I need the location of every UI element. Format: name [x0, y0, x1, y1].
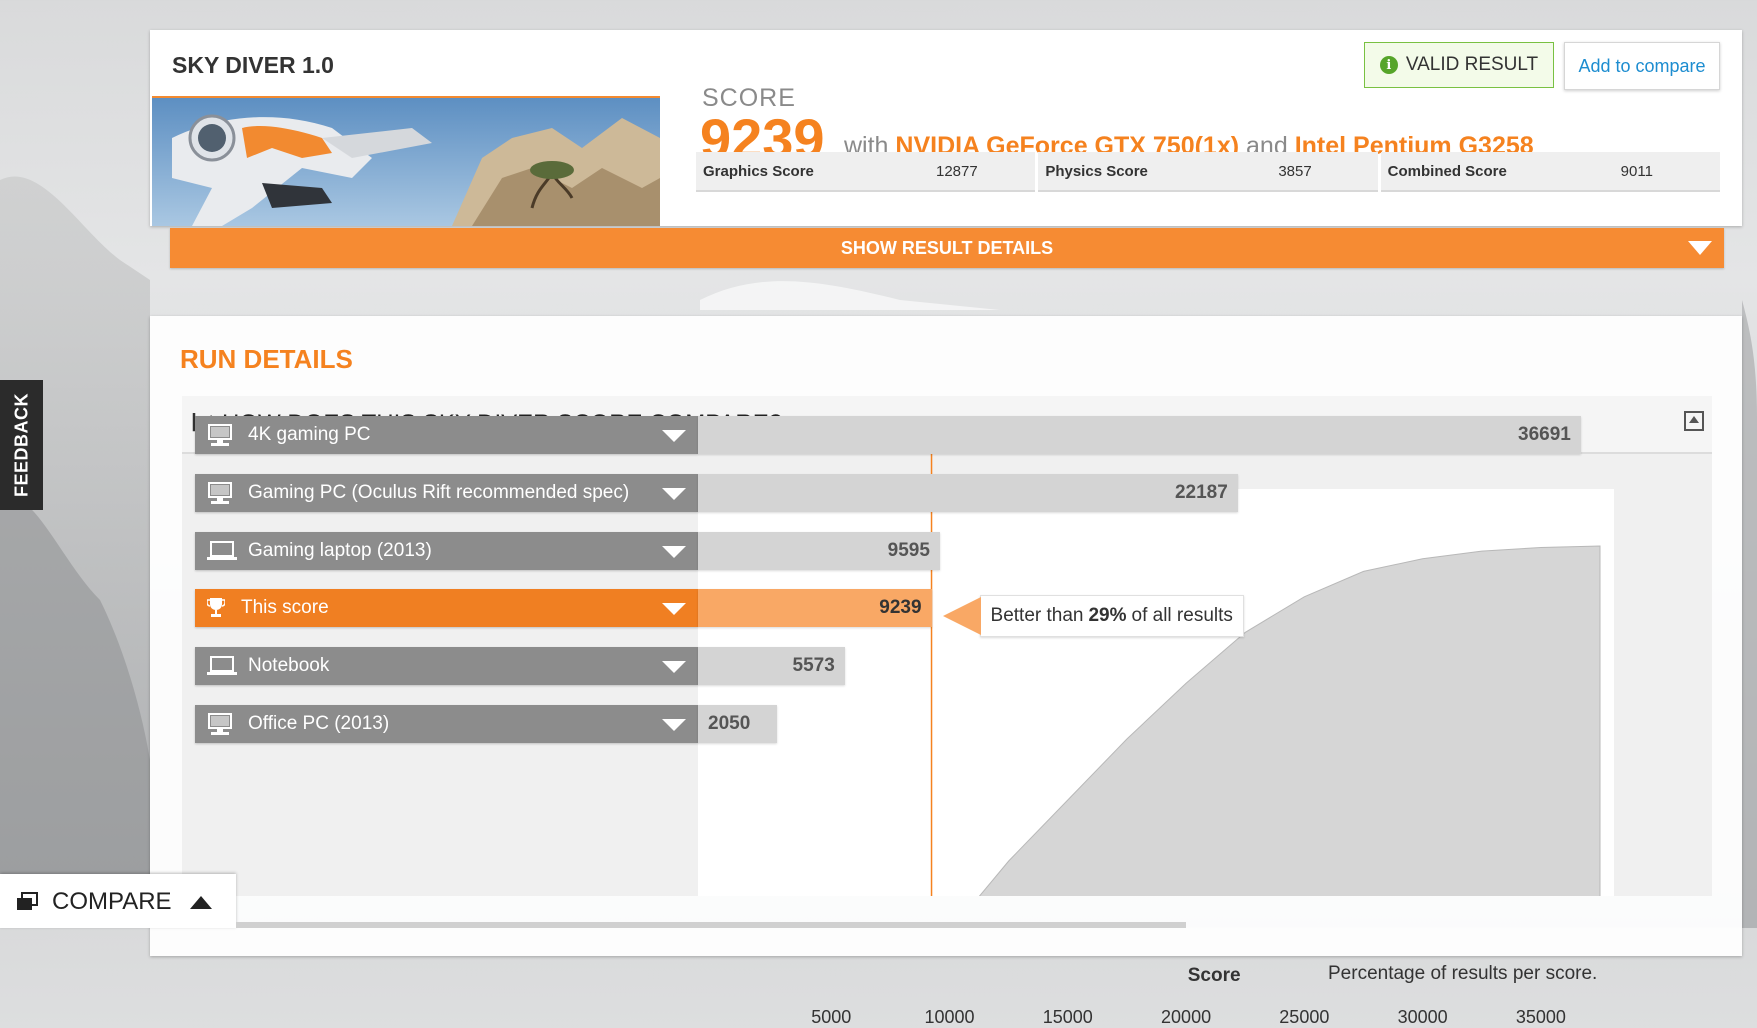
x-tick-label: 25000 — [1279, 1007, 1330, 1027]
trophy-icon — [207, 598, 225, 618]
chevron-down-icon — [662, 661, 686, 674]
result-card: SKY DIVER 1.0 SCORE 9239 with NVIDIA GeF… — [150, 30, 1742, 226]
chevron-down-icon — [662, 430, 686, 442]
chevron-down-icon — [662, 545, 686, 558]
comparison-bar — [698, 416, 1581, 454]
laptop-icon — [207, 656, 237, 676]
better-than-callout: Better than 29% of all results — [942, 595, 1244, 638]
desktop-icon — [208, 424, 232, 446]
comparison-row-5[interactable]: Office PC (2013) — [195, 705, 698, 743]
percentage-note: Percentage of results per score. — [1328, 963, 1598, 984]
desktop-icon — [208, 713, 232, 735]
comparison-row-3[interactable]: This score — [195, 589, 698, 628]
compare-drawer-toggle[interactable]: COMPARE — [0, 874, 236, 928]
physics-score: Physics Score 3857 — [1038, 152, 1378, 192]
comparison-row-4[interactable]: Notebook — [195, 647, 698, 686]
callout-suffix: of all results — [1131, 605, 1233, 627]
comparison-row-label: 4K gaming PC — [248, 424, 371, 445]
chevron-down-icon — [662, 719, 686, 731]
subscore-value: 3857 — [1278, 162, 1312, 180]
compare-label: COMPARE — [52, 888, 172, 915]
comparison-bar-value: 9595 — [887, 539, 930, 561]
subscore-name: Graphics Score — [703, 162, 814, 180]
comparison-row-label: Gaming PC (Oculus Rift recommended spec) — [248, 481, 630, 503]
run-details-title: RUN DETAILS — [180, 344, 353, 374]
x-tick-label: 15000 — [1042, 1007, 1093, 1027]
run-details-card: RUN DETAILS HOW DOES THIS SKY DIVER SCOR… — [150, 316, 1742, 1027]
benchmark-panel: SKY DIVER 1.0 — [152, 32, 660, 226]
chevron-down-icon — [662, 487, 686, 500]
comparison-row-1[interactable]: Gaming PC (Oculus Rift recommended spec) — [195, 473, 698, 512]
subscore-name: Combined Score — [1387, 162, 1507, 180]
x-tick-label: 35000 — [1515, 1007, 1566, 1027]
valid-result-label: VALID RESULT — [1405, 54, 1539, 75]
comparison-bar-value: 5573 — [792, 655, 835, 677]
show-result-details-label: SHOW RESULT DETAILS — [840, 237, 1054, 258]
subscores: Graphics Score 12877 Physics Score 3857 … — [696, 152, 1720, 192]
benchmark-image — [152, 98, 660, 226]
benchmark-title: SKY DIVER 1.0 — [172, 52, 334, 78]
valid-result-badge: i VALID RESULT — [1364, 42, 1554, 88]
x-tick-label: 5000 — [811, 1007, 852, 1027]
feedback-tab[interactable]: FEEDBACK — [0, 380, 43, 510]
comparison-bar-value: 22187 — [1174, 481, 1228, 503]
callout-prefix: Better than — [990, 605, 1084, 627]
chevron-down-icon — [662, 603, 686, 616]
graphics-score: Graphics Score 12877 — [696, 152, 1036, 192]
comparison-row-label: Gaming laptop (2013) — [248, 539, 432, 561]
bottom-divider — [236, 922, 1186, 928]
desktop-icon — [208, 481, 232, 504]
score-compare-panel: HOW DOES THIS SKY DIVER SCORE COMPARE? 4… — [182, 396, 1712, 1027]
stack-icon — [17, 892, 38, 910]
chevron-up-icon — [190, 896, 212, 909]
comparison-row-label: Office PC (2013) — [248, 713, 390, 734]
show-result-details-button[interactable]: SHOW RESULT DETAILS — [170, 228, 1724, 268]
callout-arrow — [942, 597, 981, 636]
callout-percent: 29% — [1088, 605, 1127, 627]
laptop-icon — [207, 540, 237, 560]
score-distribution-chart — [698, 444, 1614, 896]
comparison-row-2[interactable]: Gaming laptop (2013) — [195, 531, 698, 570]
subscore-value: 9011 — [1620, 162, 1653, 180]
comparison-bar-value: 36691 — [1518, 424, 1571, 445]
comparison-row-label: This score — [241, 597, 329, 619]
subscore-value: 12877 — [936, 162, 978, 180]
x-axis-title: Score — [1187, 965, 1241, 986]
feedback-label: FEEDBACK — [11, 392, 31, 498]
comparison-row-0[interactable]: 4K gaming PC — [195, 416, 698, 454]
comparison-bar-value: 2050 — [708, 713, 751, 734]
chevron-down-icon — [1688, 241, 1712, 255]
info-icon: i — [1379, 56, 1398, 74]
subscore-name: Physics Score — [1045, 162, 1148, 180]
x-tick-label: 10000 — [924, 1007, 975, 1027]
combined-score: Combined Score 9011 — [1380, 152, 1720, 192]
x-tick-label: 30000 — [1397, 1007, 1448, 1027]
comparison-bar — [698, 473, 1238, 512]
add-to-compare-button[interactable]: Add to compare — [1564, 42, 1720, 90]
comparison-bar-value: 9239 — [879, 597, 922, 619]
x-tick-label: 20000 — [1161, 1007, 1212, 1027]
comparison-row-label: Notebook — [248, 655, 330, 677]
